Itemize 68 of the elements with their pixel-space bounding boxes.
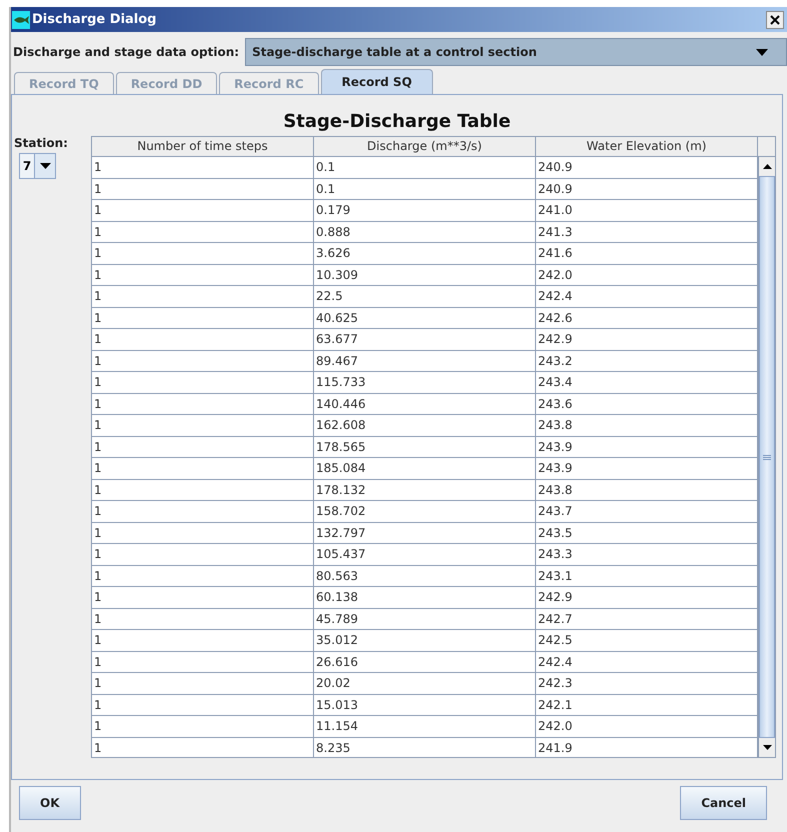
table-cell: 15.013 — [314, 694, 536, 715]
table-cell: 1 — [92, 157, 314, 178]
table-cell: 105.437 — [314, 544, 536, 564]
station-label: Station: — [14, 136, 68, 150]
table-cell: 140.446 — [314, 394, 536, 414]
table-cell: 1 — [92, 243, 314, 264]
table-cell: 60.138 — [314, 587, 536, 608]
table-cell: 45.789 — [314, 608, 536, 629]
table-cell: 1 — [92, 286, 314, 306]
table-cell: 178.132 — [314, 480, 536, 500]
table-cell: 20.02 — [314, 673, 536, 694]
table-cell: 1 — [92, 738, 314, 757]
table-cell: 1 — [92, 350, 314, 371]
table-cell: 11.154 — [314, 716, 536, 736]
table-cell: 1 — [92, 544, 314, 564]
table-cell: 1 — [92, 608, 314, 629]
ok-button[interactable]: OK — [19, 786, 80, 820]
cancel-button[interactable]: Cancel — [680, 786, 767, 820]
table-cell: 1 — [92, 566, 314, 586]
table-cell: 162.608 — [314, 415, 536, 436]
table-cell: 158.702 — [314, 501, 536, 522]
table-cell: 22.5 — [314, 286, 536, 306]
table-cell: 1 — [92, 200, 314, 220]
table-cell: 1 — [92, 694, 314, 715]
option-dropdown[interactable]: Stage-discharge table at a control section — [245, 38, 787, 66]
table-cell: 1 — [92, 673, 314, 694]
table-cell: 26.616 — [314, 652, 536, 672]
tab[interactable]: Record SQ — [320, 69, 433, 94]
table-cell: 3.626 — [314, 243, 536, 264]
table-cell: 1 — [92, 372, 314, 392]
table-cell: 1 — [92, 458, 314, 478]
table-cell: 0.888 — [314, 222, 536, 242]
table-cell: 35.012 — [314, 630, 536, 650]
table-cell: 80.563 — [314, 566, 536, 586]
window-title: Discharge Dialog — [32, 12, 158, 27]
table-cell: 1 — [92, 716, 314, 736]
table-cell: 1 — [92, 652, 314, 672]
option-label: Discharge and stage data option: — [13, 45, 240, 59]
column-header[interactable]: Number of time steps — [92, 137, 314, 157]
table-cell: 0.1 — [314, 178, 536, 199]
table-cell: 1 — [92, 436, 314, 457]
table-cell: 1 — [92, 264, 314, 285]
table-cell: 1 — [92, 415, 314, 436]
table-cell: 178.565 — [314, 436, 536, 457]
table-cell: 185.084 — [314, 458, 536, 478]
table-cell: 1 — [92, 222, 314, 242]
table-cell: 1 — [92, 178, 314, 199]
table-cell: 10.309 — [314, 264, 536, 285]
table-cell: 0.1 — [314, 157, 536, 178]
table-cell: 1 — [92, 329, 314, 350]
table-cell: 1 — [92, 522, 314, 543]
table-cell: 1 — [92, 394, 314, 414]
table-cell: 132.797 — [314, 522, 536, 543]
table-cell: 1 — [92, 501, 314, 522]
table-cell: 0.179 — [314, 200, 536, 220]
station-dropdown[interactable]: 7 — [19, 153, 56, 179]
table-cell: 1 — [92, 630, 314, 650]
table-cell: 40.625 — [314, 308, 536, 328]
table-cell: 1 — [92, 308, 314, 328]
table-cell: 89.467 — [314, 350, 536, 371]
table-title: Stage-Discharge Table — [283, 111, 511, 132]
table-cell: 63.677 — [314, 329, 536, 350]
table-cell: 1 — [92, 480, 314, 500]
column-header[interactable]: Discharge (m**3/s) — [314, 137, 536, 157]
column-header[interactable]: Water Elevation (m) — [536, 137, 758, 157]
table-cell: 1 — [92, 587, 314, 608]
table-cell: 8.235 — [314, 738, 536, 757]
table-cell: 115.733 — [314, 372, 536, 392]
